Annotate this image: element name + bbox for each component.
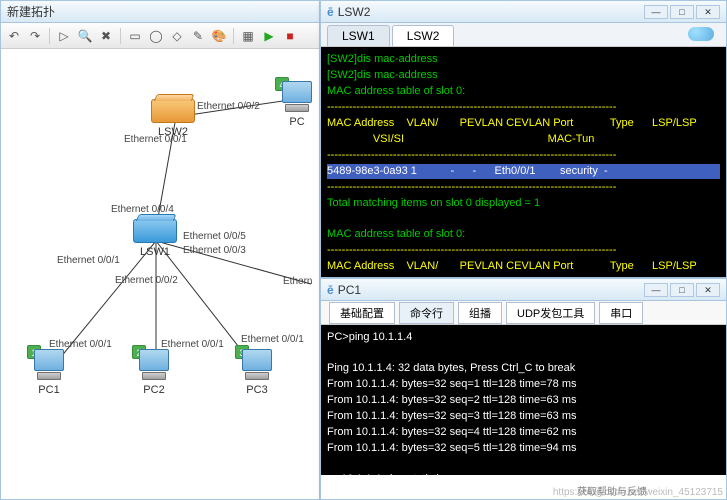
port-label: Ethernet 0/0/2 (115, 275, 178, 286)
term-line: MAC address table of slot 0: (327, 85, 465, 97)
switch-icon (151, 99, 195, 123)
device-lsw1[interactable]: LSW1 (133, 219, 177, 258)
ping-stats: --- 10.1.1.4 ping statistics --- (327, 473, 464, 475)
table-header: MAC Address VLAN/ PEVLAN CEVLAN Port Typ… (327, 117, 697, 129)
maximize-icon[interactable]: □ (670, 283, 694, 297)
ping-reply: From 10.1.1.4: bytes=32 seq=1 ttl=128 ti… (327, 378, 576, 390)
pc-icon (239, 349, 275, 381)
text-icon[interactable]: ✎ (189, 27, 207, 45)
ping-reply: From 10.1.1.4: bytes=32 seq=2 ttl=128 ti… (327, 394, 576, 406)
term-line: Ping 10.1.1.4: 32 data bytes, Press Ctrl… (327, 362, 575, 374)
ping-reply: From 10.1.1.4: bytes=32 seq=5 ttl=128 ti… (327, 442, 576, 454)
device-lsw2[interactable]: LSW2 (151, 99, 195, 138)
port-label: Ethernet 0/0/2 (197, 101, 260, 112)
app-icon: ē (327, 5, 334, 19)
tab-multicast[interactable]: 组播 (458, 302, 502, 324)
pc-icon (279, 81, 315, 113)
port-label: Ethernet 0/0/5 (183, 231, 246, 242)
port-label: Ethernet 0/0/4 (111, 204, 174, 215)
port-label: Ethernet 0/0/1 (161, 339, 224, 350)
close-icon[interactable]: ✕ (696, 283, 720, 297)
stop-icon[interactable]: ■ (281, 27, 299, 45)
device-pc3[interactable]: 3 PC3 (239, 349, 275, 396)
port-label: Ethernet 0/0/1 (241, 334, 304, 345)
lsw2-terminal[interactable]: [SW2]dis mac-address [SW2]dis mac-addres… (321, 47, 726, 277)
term-line: [SW2]dis mac-address (327, 69, 438, 81)
tab-udp-tool[interactable]: UDP发包工具 (506, 302, 595, 324)
port-label: Ethernet 0/0/3 (183, 245, 246, 256)
port-label: Ethern (283, 276, 312, 287)
term-line: PC>ping 10.1.1.4 (327, 331, 412, 343)
pc-icon (136, 349, 172, 381)
ping-reply: From 10.1.1.4: bytes=32 seq=4 ttl=128 ti… (327, 426, 576, 438)
pc1-titlebar[interactable]: ē PC1 — □ ✕ (321, 279, 726, 301)
palette-icon[interactable]: 🎨 (210, 27, 228, 45)
pc1-window: ē PC1 — □ ✕ 基础配置 命令行 组播 UDP发包工具 串口 PC>pi… (320, 278, 727, 500)
table-header: VSI/SI MAC-Tun (327, 133, 594, 145)
term-line: Total matching items on slot 0 displayed… (327, 197, 540, 209)
window-title: LSW2 (338, 5, 371, 19)
tab-lsw2[interactable]: LSW2 (392, 25, 455, 46)
device-pc4[interactable]: 4 PC (279, 81, 315, 128)
circle-icon[interactable]: ◯ (147, 27, 165, 45)
pc1-tabs: 基础配置 命令行 组播 UDP发包工具 串口 (321, 301, 726, 325)
pc-icon (31, 349, 67, 381)
minimize-icon[interactable]: — (644, 5, 668, 19)
term-line: [SW2]dis mac-address (327, 53, 438, 65)
port-label: Ethernet 0/0/1 (57, 255, 120, 266)
window-title: PC1 (338, 283, 361, 297)
device-pc2[interactable]: 2 PC2 (136, 349, 172, 396)
port-label: Ethernet 0/0/1 (49, 339, 112, 350)
topology-title: 新建拓扑 (7, 3, 55, 20)
rect-icon[interactable]: ▭ (126, 27, 144, 45)
pc1-terminal[interactable]: PC>ping 10.1.1.4 Ping 10.1.1.4: 32 data … (321, 325, 726, 475)
tab-lsw1[interactable]: LSW1 (327, 25, 390, 46)
redo-icon[interactable]: ↷ (26, 27, 44, 45)
topology-titlebar[interactable]: 新建拓扑 (1, 1, 319, 23)
switch-icon (133, 219, 177, 243)
maximize-icon[interactable]: □ (670, 5, 694, 19)
minimize-icon[interactable]: — (644, 283, 668, 297)
zoom-icon[interactable]: 🔍 (76, 27, 94, 45)
app-icon: ē (327, 283, 334, 297)
delete-icon[interactable]: ✖ (97, 27, 115, 45)
table-header: VSI/SI MAC-Tun (327, 276, 594, 277)
status-dot-icon (688, 27, 714, 41)
undo-icon[interactable]: ↶ (5, 27, 23, 45)
topology-window: 新建拓扑 ↶ ↷ ▷ 🔍 ✖ ▭ ◯ ◇ ✎ 🎨 ▦ ▶ ■ LSW2 (0, 0, 320, 500)
device-label: PC3 (239, 384, 275, 396)
device-label: PC (279, 116, 315, 128)
diamond-icon[interactable]: ◇ (168, 27, 186, 45)
lsw2-tabs: LSW1 LSW2 (321, 23, 726, 47)
play-icon[interactable]: ▶ (260, 27, 278, 45)
lsw2-window: ē LSW2 — □ ✕ LSW1 LSW2 [SW2]dis mac-addr… (320, 0, 727, 278)
watermark: https://blog.csdn.net/weixin_45123715 (553, 487, 723, 498)
grid-icon[interactable]: ▦ (239, 27, 257, 45)
port-label: Ethernet 0/0/1 (124, 134, 187, 145)
tab-serial[interactable]: 串口 (599, 302, 643, 324)
tab-cli[interactable]: 命令行 (399, 302, 454, 324)
close-icon[interactable]: ✕ (696, 5, 720, 19)
ping-reply: From 10.1.1.4: bytes=32 seq=3 ttl=128 ti… (327, 410, 576, 422)
topology-toolbar: ↶ ↷ ▷ 🔍 ✖ ▭ ◯ ◇ ✎ 🎨 ▦ ▶ ■ (1, 23, 319, 49)
device-label: PC2 (136, 384, 172, 396)
tab-basic-config[interactable]: 基础配置 (329, 302, 395, 324)
device-pc1[interactable]: 1 PC1 (31, 349, 67, 396)
mac-row-highlighted: 5489-98e3-0a93 1 - - Eth0/0/1 security - (327, 164, 720, 179)
device-label: PC1 (31, 384, 67, 396)
topology-canvas[interactable]: LSW2 LSW1 4 PC 1 PC1 2 PC2 3 PC3 Etherne… (1, 49, 319, 499)
lsw2-titlebar[interactable]: ē LSW2 — □ ✕ (321, 1, 726, 23)
table-header: MAC Address VLAN/ PEVLAN CEVLAN Port Typ… (327, 260, 697, 272)
device-label: LSW1 (133, 246, 177, 258)
pointer-icon[interactable]: ▷ (55, 27, 73, 45)
term-line: MAC address table of slot 0: (327, 228, 465, 240)
